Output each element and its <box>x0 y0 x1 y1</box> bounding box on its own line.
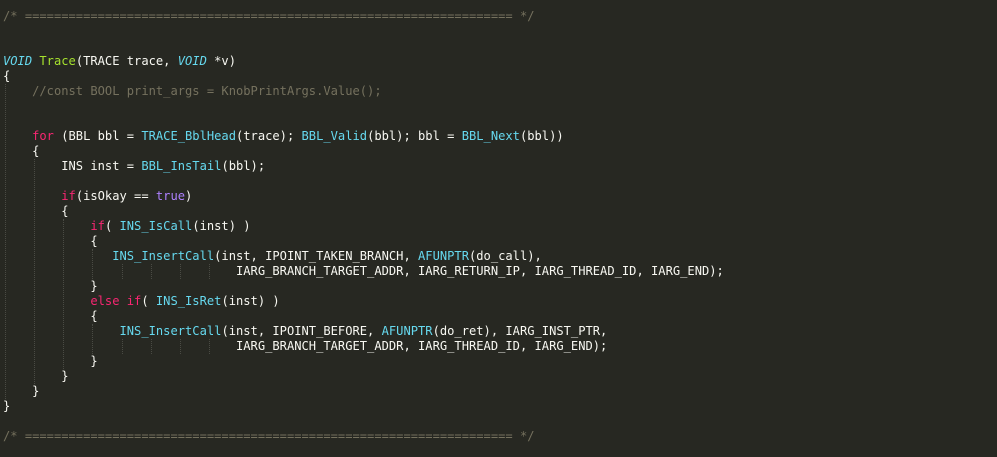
code-line[interactable]: IARG_BRANCH_TARGET_ADDR, IARG_THREAD_ID,… <box>3 339 607 354</box>
code-line[interactable]: IARG_BRANCH_TARGET_ADDR, IARG_RETURN_IP,… <box>3 264 724 279</box>
code-token: BBL_InsTail <box>141 159 222 173</box>
code-line[interactable]: } <box>3 354 98 369</box>
code-token: } <box>3 384 40 398</box>
code-token: true <box>155 189 186 203</box>
code-line[interactable]: else if( INS_IsRet(inst) ) <box>3 294 280 309</box>
code-token: (isOkay == <box>75 189 156 203</box>
code-token: INS inst = <box>3 159 142 173</box>
code-token: } <box>3 369 69 383</box>
code-token: VOID <box>177 54 207 68</box>
code-token: VOID <box>3 54 33 68</box>
code-token: (bbl); bbl = <box>367 129 462 143</box>
code-token: (TRACE trace, <box>75 54 178 68</box>
code-line[interactable]: { <box>3 204 69 219</box>
code-line[interactable]: //const BOOL print_args = KnobPrintArgs.… <box>3 84 382 99</box>
code-line[interactable]: for (BBL bbl = TRACE_BblHead(trace); BBL… <box>3 129 564 144</box>
code-token: AFUNPTR <box>381 324 433 338</box>
code-token: ) <box>185 189 193 203</box>
code-token: (trace); <box>236 129 302 143</box>
code-token: { <box>3 234 98 248</box>
code-token: { <box>3 144 40 158</box>
code-token: AFUNPTR <box>418 249 469 263</box>
code-token: { <box>3 69 11 83</box>
code-line[interactable]: } <box>3 399 10 414</box>
code-line[interactable]: { <box>3 69 10 84</box>
code-token: TRACE_BblHead <box>141 129 236 143</box>
code-token: if <box>61 189 76 203</box>
code-token: } <box>3 399 11 413</box>
code-line[interactable]: } <box>3 279 98 294</box>
code-token: (inst) ) <box>192 219 251 233</box>
code-token: } <box>3 354 98 368</box>
code-line[interactable]: INS_InsertCall(inst, IPOINT_TAKEN_BRANCH… <box>3 249 542 264</box>
code-token: (bbl); <box>221 159 266 173</box>
code-line[interactable]: { <box>3 309 98 324</box>
code-token: *v) <box>206 54 236 68</box>
code-token: INS_IsRet <box>155 294 222 308</box>
code-token: if <box>90 219 105 233</box>
code-token: (do_call), <box>469 249 542 263</box>
code-token: /* =====================================… <box>3 429 535 443</box>
code-token: (do_ret), IARG_INST_PTR, <box>432 324 608 338</box>
code-token: (BBL bbl = <box>53 129 142 143</box>
code-line[interactable]: INS_InsertCall(inst, IPOINT_BEFORE, AFUN… <box>3 324 608 339</box>
code-token: INS_IsCall <box>119 219 193 233</box>
code-token: { <box>3 204 69 218</box>
code-token: else <box>90 294 120 308</box>
code-token: INS_InsertCall <box>119 324 222 338</box>
code-line[interactable]: VOID Trace(TRACE trace, VOID *v) <box>3 54 236 69</box>
code-token: BBL_Valid <box>301 129 368 143</box>
code-token: for <box>32 129 54 143</box>
code-editor[interactable]: /* =====================================… <box>0 0 997 457</box>
code-token: /* =====================================… <box>3 9 535 23</box>
code-line[interactable]: { <box>3 234 98 249</box>
code-token: IARG_BRANCH_TARGET_ADDR, IARG_THREAD_ID,… <box>3 339 608 353</box>
code-token: (inst) ) <box>221 294 280 308</box>
code-line[interactable]: /* =====================================… <box>3 429 535 444</box>
code-token: Trace <box>39 54 76 68</box>
code-token: ( <box>104 219 120 233</box>
code-token: INS_InsertCall <box>112 249 215 263</box>
code-line[interactable]: { <box>3 144 39 159</box>
code-token: IARG_BRANCH_TARGET_ADDR, IARG_RETURN_IP,… <box>3 264 724 278</box>
code-token: ( <box>141 294 156 308</box>
code-token: (inst, IPOINT_BEFORE, <box>221 324 382 338</box>
code-token: if <box>126 294 142 308</box>
code-line[interactable]: } <box>3 369 69 384</box>
code-token: (inst, IPOINT_TAKEN_BRANCH, <box>214 249 419 263</box>
code-line[interactable]: INS inst = BBL_InsTail(bbl); <box>3 159 265 174</box>
code-line[interactable]: if( INS_IsCall(inst) ) <box>3 219 251 234</box>
code-token: } <box>3 279 98 293</box>
code-token: BBL_Next <box>461 129 520 143</box>
code-token: (bbl)) <box>519 129 564 143</box>
code-token: { <box>3 309 98 323</box>
code-line[interactable]: /* =====================================… <box>3 9 535 24</box>
code-token: //const BOOL print_args = KnobPrintArgs.… <box>3 84 382 98</box>
code-line[interactable]: if(isOkay == true) <box>3 189 192 204</box>
code-line[interactable]: } <box>3 384 39 399</box>
